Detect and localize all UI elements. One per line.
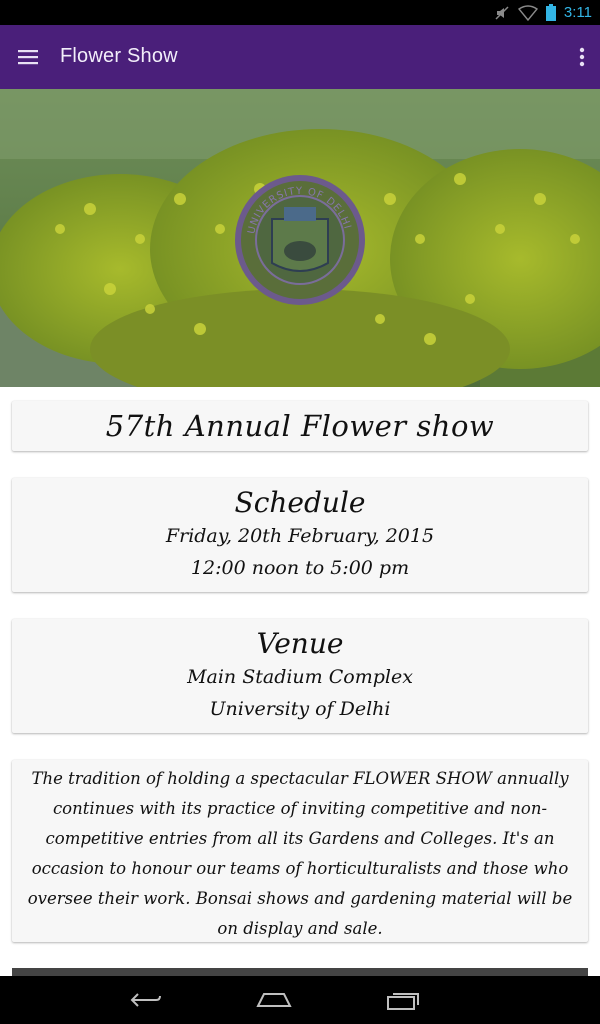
recent-apps-icon[interactable] xyxy=(382,986,422,1014)
wifi-icon xyxy=(517,4,538,21)
venue-line-1: Main Stadium Complex xyxy=(187,666,413,688)
battery-icon xyxy=(545,4,556,21)
hamburger-icon[interactable] xyxy=(14,43,42,71)
navigation-bar xyxy=(0,976,600,1024)
schedule-card: Schedule Friday, 20th February, 2015 12:… xyxy=(12,478,588,592)
home-icon[interactable] xyxy=(254,986,294,1014)
status-time: 3:11 xyxy=(563,4,592,21)
venue-card: Venue Main Stadium Complex University of… xyxy=(12,619,588,733)
overflow-dots-icon[interactable] xyxy=(574,43,590,71)
description-card: The tradition of holding a spectacular F… xyxy=(12,760,588,942)
status-bar: 3:11 xyxy=(0,0,600,25)
status-icons: 3:11 xyxy=(494,3,592,22)
schedule-time: 12:00 noon to 5:00 pm xyxy=(190,557,410,579)
app-bar: Flower Show xyxy=(0,25,600,89)
schedule-heading: Schedule xyxy=(234,486,366,519)
event-title: 57th Annual Flower show xyxy=(105,409,495,443)
description-text: The tradition of holding a spectacular F… xyxy=(27,769,573,938)
hero-image: UNIVERSITY OF DELHI xyxy=(0,89,600,387)
no-sound-icon xyxy=(494,5,510,21)
venue-heading: Venue xyxy=(256,627,344,660)
title-card: 57th Annual Flower show xyxy=(12,401,588,451)
app-title: Flower Show xyxy=(60,45,178,67)
university-seal-logo: UNIVERSITY OF DELHI xyxy=(235,175,365,305)
schedule-date: Friday, 20th February, 2015 xyxy=(165,525,435,547)
back-icon[interactable] xyxy=(126,986,166,1014)
venue-line-2: University of Delhi xyxy=(209,698,391,720)
